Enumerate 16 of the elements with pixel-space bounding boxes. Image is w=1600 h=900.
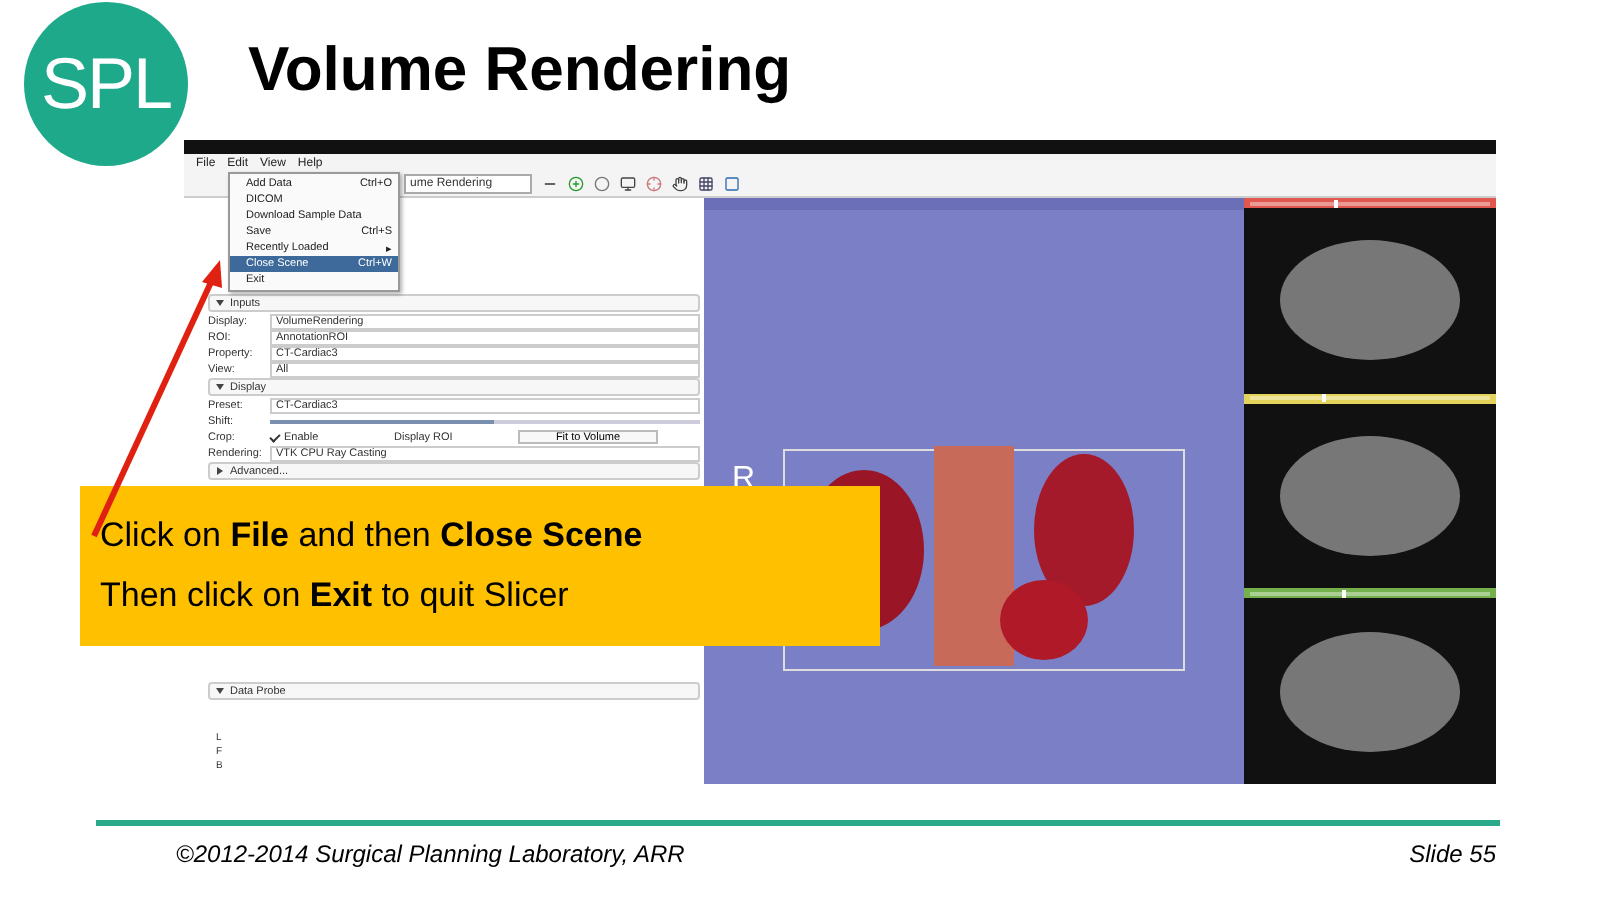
slice-slider[interactable]	[1250, 396, 1490, 401]
instruction-text: Then click on Exit to quit Slicer	[100, 576, 571, 616]
monitor-icon[interactable]	[620, 176, 636, 192]
instruction-text: Click on File and then Close Scene	[100, 516, 645, 556]
slide-number: Slide 55	[1409, 840, 1496, 868]
copyright-text: ©2012-2014 Surgical Planning Laboratory, ARR	[176, 840, 685, 868]
plus-circle-icon[interactable]	[568, 176, 584, 192]
logo: SPL	[24, 2, 188, 166]
crosshair-icon[interactable]	[646, 176, 662, 192]
check-icon[interactable]	[269, 430, 281, 442]
slice-slider[interactable]	[1250, 591, 1490, 596]
circle-icon[interactable]	[594, 176, 610, 192]
hand-icon[interactable]	[672, 176, 688, 192]
grid-icon[interactable]	[698, 176, 714, 192]
slide-title: Volume Rendering	[248, 34, 792, 106]
square-icon[interactable]	[724, 176, 740, 192]
